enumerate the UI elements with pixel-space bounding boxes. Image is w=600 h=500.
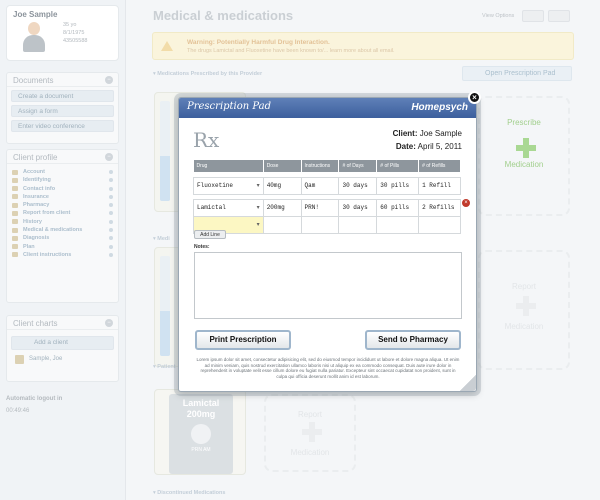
pills-field[interactable]: 60 pills: [376, 198, 420, 217]
drug-select[interactable]: Lamictal: [193, 198, 264, 217]
dose-field[interactable]: 200mg: [262, 198, 302, 217]
instructions-field[interactable]: PRN!: [300, 198, 340, 217]
page-curl: [460, 375, 476, 391]
dose-field[interactable]: 40mg: [262, 176, 302, 195]
modal-header: Prescription Pad Homepsych: [179, 98, 476, 118]
drug-select[interactable]: Fluoxetine: [193, 176, 264, 195]
days-field[interactable]: 30 days: [338, 176, 378, 195]
refills-field[interactable]: 1 Refill: [418, 176, 461, 195]
column-header: # of Pills: [376, 160, 420, 172]
notes-label: Notes:: [194, 244, 210, 250]
client-label: Client:: [392, 129, 418, 138]
refills-field[interactable]: 2 Refills: [418, 198, 461, 217]
table-row-empty: [193, 215, 461, 234]
modal-title: Prescription Pad: [187, 101, 272, 112]
instructions-field[interactable]: Qam: [300, 176, 340, 195]
column-header: Drug: [193, 160, 264, 172]
brand-logo: Homepsych: [411, 102, 468, 113]
table-row: Fluoxetine 40mg Qam 30 days 30 pills 1 R…: [193, 176, 461, 195]
column-header: # of Days: [338, 160, 378, 172]
pills-field[interactable]: 30 pills: [376, 176, 420, 195]
column-header: # of Refills: [418, 160, 461, 172]
table-row: Lamictal 200mg PRN! 30 days 60 pills 2 R…: [193, 198, 461, 217]
notes-textarea[interactable]: [194, 252, 462, 319]
days-field[interactable]: 30 days: [338, 198, 378, 217]
print-prescription-button[interactable]: Print Prescription: [195, 330, 291, 350]
days-field[interactable]: [338, 215, 378, 234]
instructions-field[interactable]: [300, 215, 340, 234]
column-header: Instructions: [301, 160, 340, 172]
rx-symbol: Rx: [193, 128, 220, 152]
prescription-pad-modal: Prescription Pad Homepsych Rx Client: Jo…: [178, 97, 477, 392]
send-to-pharmacy-button[interactable]: Send to Pharmacy: [365, 330, 461, 350]
date-line: Date: April 5, 2011: [396, 142, 462, 151]
client-line: Client: Joe Sample: [393, 129, 462, 138]
brand-name: Homepsych: [411, 102, 468, 113]
add-line-button[interactable]: Add Line: [194, 230, 226, 239]
disclaimer-text: Lorem ipsum dolor sit amet, consectetur …: [196, 357, 460, 379]
date-label: Date:: [395, 142, 416, 151]
close-icon[interactable]: ×: [468, 91, 481, 104]
table-header-row: Drug Dose Instructions # of Days # of Pi…: [193, 160, 461, 172]
delete-row-icon[interactable]: ×: [462, 199, 470, 207]
dose-field[interactable]: [262, 215, 302, 234]
column-header: Dose: [263, 160, 302, 172]
client-value: Joe Sample: [419, 129, 462, 138]
prescription-table: Drug Dose Instructions # of Days # of Pi…: [193, 160, 461, 234]
refills-field[interactable]: [418, 215, 461, 234]
date-value: April 5, 2011: [417, 142, 462, 151]
pills-field[interactable]: [376, 215, 420, 234]
